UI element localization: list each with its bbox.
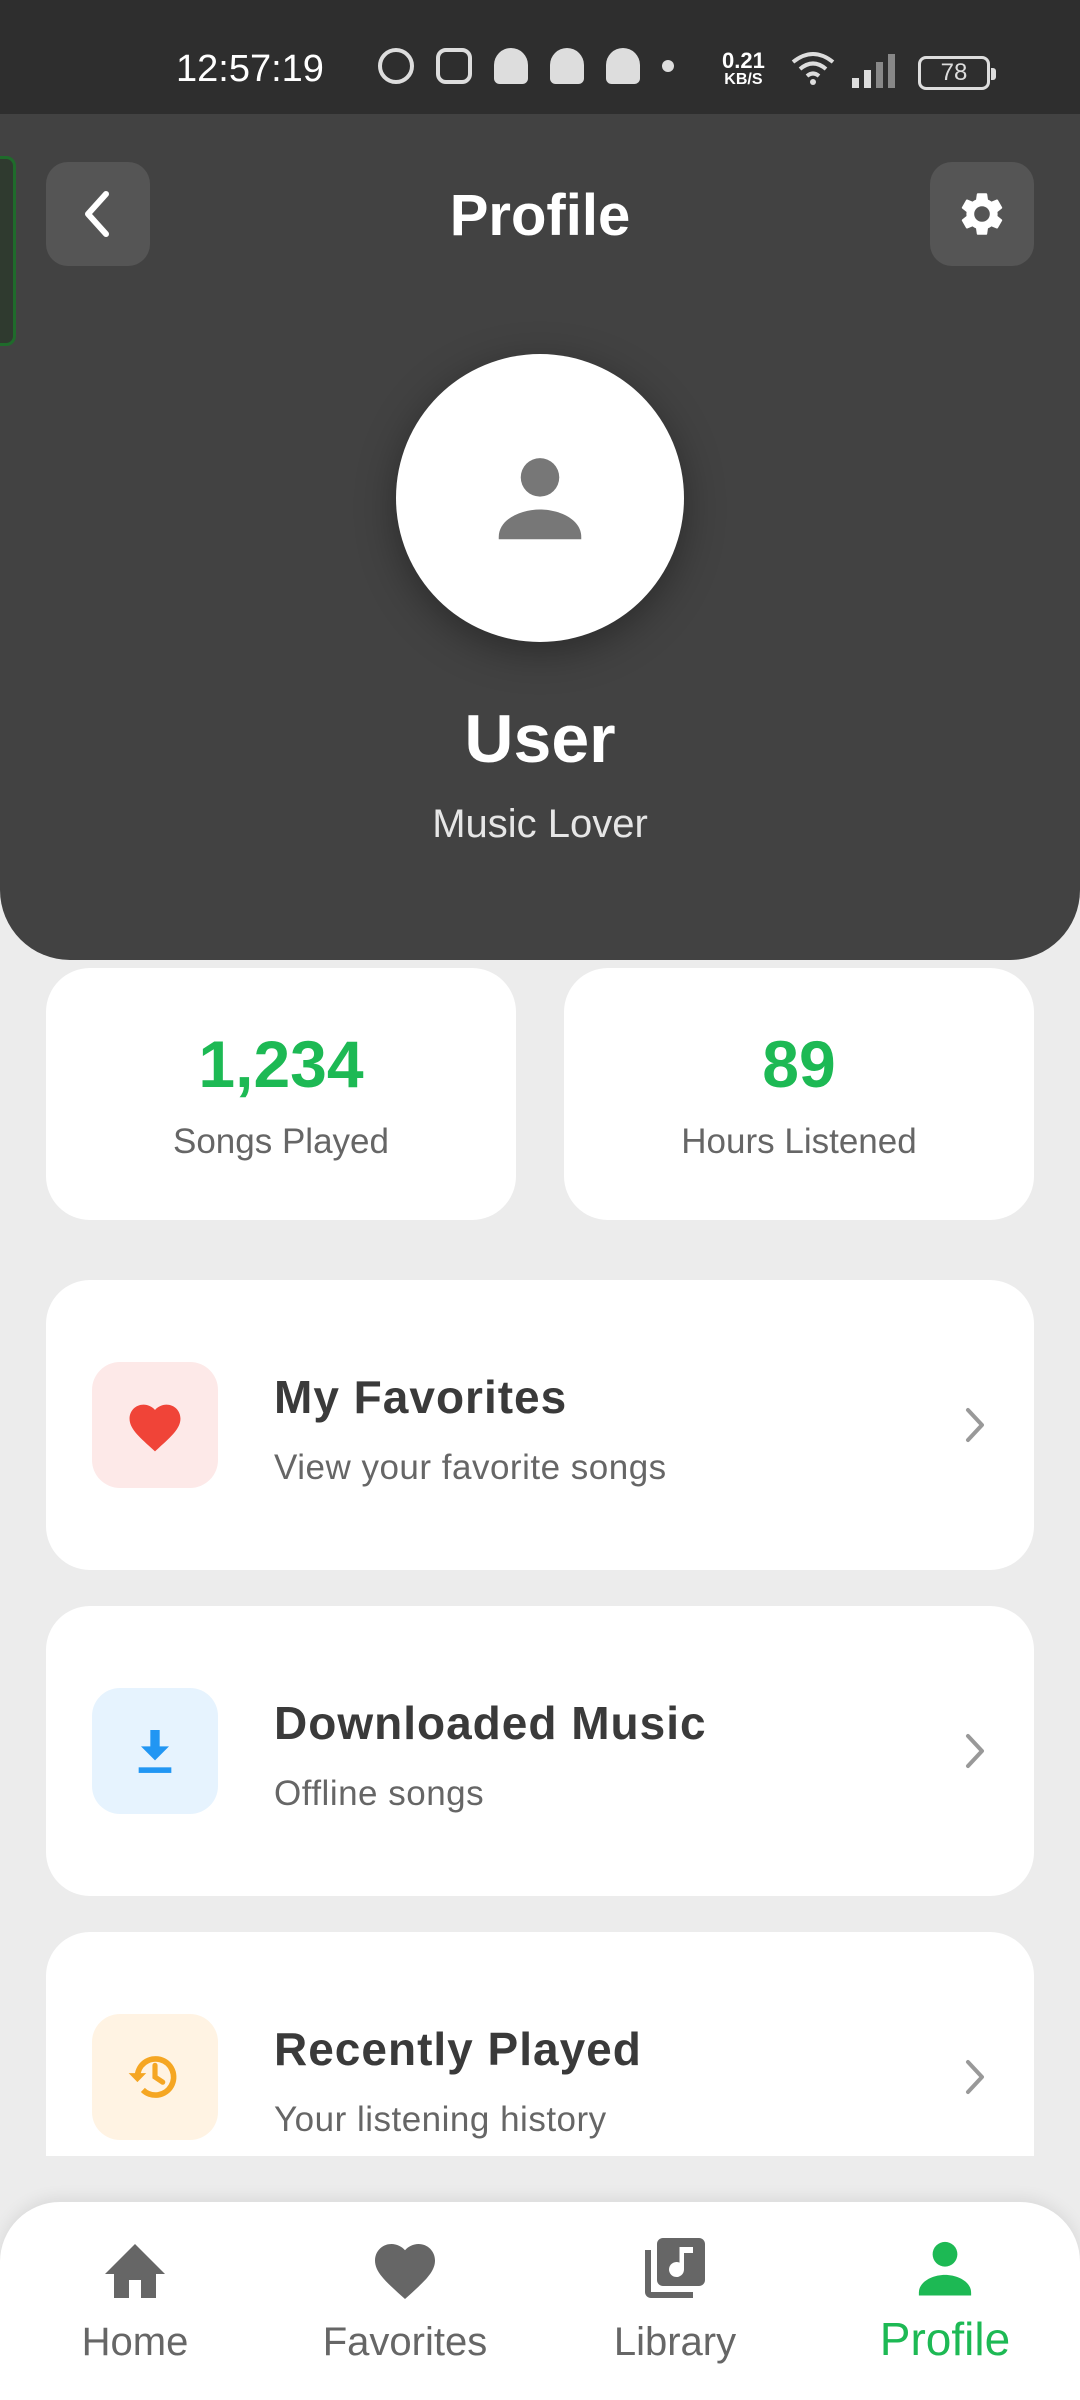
status-time: 12:57:19: [176, 48, 324, 90]
stat-card-hours-listened: 89 Hours Listened: [564, 968, 1034, 1220]
more-notifications-dot: [662, 60, 674, 72]
snapchat-icon: [606, 48, 640, 84]
chevron-right-icon: [966, 2060, 984, 2094]
status-bar: 12:57:19 0.21 KB/S 78: [0, 0, 1080, 114]
network-speed-value: 0.21: [722, 48, 765, 73]
nav-tab-favorites[interactable]: Favorites: [290, 2230, 520, 2365]
notification-icons: [378, 48, 674, 84]
person-icon: [498, 458, 582, 540]
avatar[interactable]: [396, 354, 684, 642]
nav-tab-label: Library: [613, 2320, 737, 2364]
stat-value: 1,234: [198, 1027, 364, 1101]
signal-icon: [852, 54, 895, 88]
nav-tab-label: Profile: [879, 2313, 1011, 2365]
heart-icon: [129, 1404, 181, 1452]
snapchat-icon: [550, 48, 584, 84]
menu-item-title: My Favorites: [274, 1371, 568, 1423]
snapchat-icon: [494, 48, 528, 84]
library-music-icon: [645, 2238, 705, 2298]
home-icon: [105, 2244, 165, 2298]
menu-icon-box: [92, 1362, 218, 1488]
menu-icon-box: [92, 1688, 218, 1814]
network-speed-unit: KB/S: [724, 71, 763, 88]
heart-icon: [375, 2244, 435, 2300]
page-title: Profile: [449, 183, 631, 248]
download-icon: [138, 1730, 172, 1773]
stat-card-songs-played: 1,234 Songs Played: [46, 968, 516, 1220]
settings-button[interactable]: [930, 162, 1034, 266]
menu-item-title: Recently Played: [274, 2023, 642, 2075]
profile-header: Profile User Music Lover: [0, 114, 1080, 960]
menu-item-subtitle: Offline songs: [274, 1774, 485, 1813]
person-icon: [918, 2241, 972, 2296]
nav-tab-label: Home: [81, 2320, 189, 2364]
menu-item-title: Downloaded Music: [274, 1697, 707, 1749]
stat-label: Songs Played: [173, 1122, 389, 1161]
menu-icon-box: [92, 2014, 218, 2140]
menu-item-subtitle: View your favorite songs: [274, 1448, 667, 1487]
bottom-navigation: Home Favorites Library Profile: [0, 2202, 1080, 2400]
chevron-right-icon: [966, 1408, 984, 1442]
battery-indicator: 78: [918, 56, 996, 90]
menu-item-downloaded-music[interactable]: Downloaded Music Offline songs: [46, 1606, 1034, 1896]
nav-tab-library[interactable]: Library: [560, 2230, 790, 2365]
nav-tab-profile[interactable]: Profile: [830, 2230, 1060, 2366]
wifi-icon: [791, 52, 835, 85]
instagram-icon: [436, 48, 472, 84]
menu-item-recently-played[interactable]: Recently Played Your listening history: [46, 1932, 1034, 2156]
network-speed: 0.21 KB/S: [722, 50, 765, 88]
user-name: User: [464, 701, 616, 777]
nav-tab-label: Favorites: [322, 2320, 488, 2364]
gear-icon: [961, 193, 1003, 235]
user-subtitle: Music Lover: [432, 802, 648, 846]
whatsapp-icon: [378, 48, 414, 84]
stat-value: 89: [762, 1027, 836, 1101]
stat-label: Hours Listened: [681, 1122, 917, 1161]
menu-item-subtitle: Your listening history: [274, 2100, 607, 2139]
nav-tab-home[interactable]: Home: [20, 2230, 250, 2365]
menu-item-my-favorites[interactable]: My Favorites View your favorite songs: [46, 1280, 1034, 1570]
chevron-right-icon: [966, 1734, 984, 1768]
history-icon: [128, 2056, 177, 2098]
